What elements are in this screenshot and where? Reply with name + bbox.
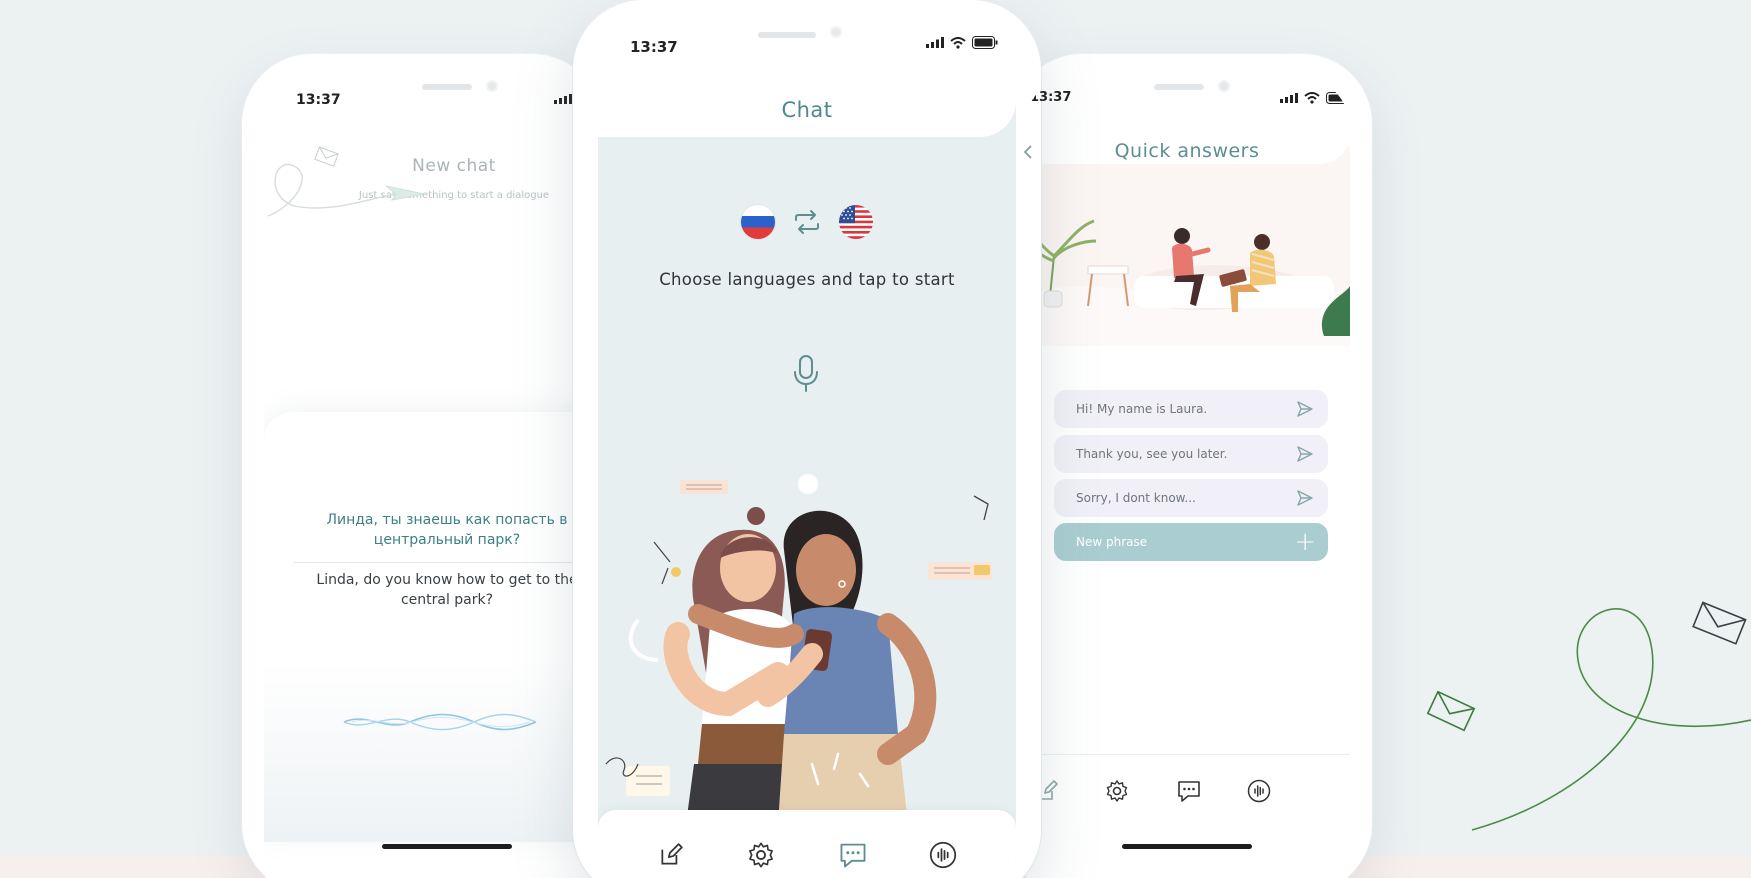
speaker bbox=[1154, 84, 1204, 90]
plus-icon: + bbox=[1294, 527, 1316, 557]
voice-icon bbox=[1247, 779, 1271, 803]
quick-phrase-text: Thank you, see you later. bbox=[1076, 447, 1228, 461]
settings-tab[interactable] bbox=[746, 840, 776, 870]
sound-wave-icon[interactable] bbox=[342, 708, 538, 736]
signal-icon bbox=[554, 94, 572, 104]
russia-flag[interactable] bbox=[741, 205, 775, 239]
settings-icon bbox=[1106, 780, 1128, 802]
camera bbox=[830, 26, 842, 38]
send-icon[interactable] bbox=[1296, 445, 1314, 463]
quick-answers-illustration bbox=[1024, 146, 1350, 346]
card-fade bbox=[264, 662, 614, 842]
quick-phrase-item[interactable]: Thank you, see you later. bbox=[1054, 435, 1328, 473]
signal-icon bbox=[926, 37, 944, 48]
settings-tab[interactable] bbox=[1102, 776, 1132, 806]
phone-quick-answers: 13:37 Quick answers Hi! My name is Laura… bbox=[1012, 54, 1372, 878]
russian-message: Линда, ты знаешь как попасть в центральн… bbox=[326, 512, 568, 548]
paper-plane-doodle bbox=[267, 146, 425, 217]
send-icon[interactable] bbox=[1296, 489, 1314, 507]
microphone-icon[interactable] bbox=[791, 354, 821, 394]
status-icons bbox=[554, 94, 572, 104]
wifi-icon bbox=[950, 36, 966, 49]
language-selector bbox=[598, 205, 1016, 239]
voice-tab[interactable] bbox=[1244, 776, 1274, 806]
quick-phrase-text: Hi! My name is Laura. bbox=[1076, 402, 1208, 416]
status-time: 13:37 bbox=[1030, 90, 1072, 105]
voice-icon bbox=[929, 841, 957, 869]
quick-answers-screen: 13:37 Quick answers Hi! My name is Laura… bbox=[1024, 76, 1350, 878]
new-phrase-label: New phrase bbox=[1076, 535, 1148, 549]
status-icons bbox=[1280, 92, 1350, 104]
chat-title: Chat bbox=[781, 98, 833, 122]
quick-answers-title: Quick answers bbox=[1114, 140, 1260, 162]
speaker bbox=[422, 84, 472, 90]
tabbar-divider bbox=[1024, 754, 1350, 755]
wifi-icon bbox=[1304, 92, 1320, 104]
camera bbox=[1218, 80, 1230, 92]
envelope-icon bbox=[1426, 690, 1476, 732]
edit-icon bbox=[661, 843, 683, 865]
signal-icon bbox=[1280, 93, 1298, 103]
choose-languages-instruction: Choose languages and tap to start bbox=[659, 270, 955, 289]
friends-illustration bbox=[605, 474, 992, 824]
settings-icon bbox=[749, 842, 773, 868]
new-phrase-button[interactable]: New phrase + bbox=[1054, 523, 1328, 561]
quick-phrase-item[interactable]: Hi! My name is Laura. bbox=[1054, 390, 1328, 428]
notch bbox=[366, 76, 566, 104]
chat-screen: 13:37 Chat Choose languages and tap to s… bbox=[598, 24, 1016, 878]
chat-tab[interactable] bbox=[1174, 776, 1204, 806]
phone-new-chat: 13:37 New chat Just say something to sta… bbox=[242, 54, 614, 878]
status-icons bbox=[926, 36, 998, 49]
back-chevron-icon[interactable] bbox=[1024, 144, 1034, 160]
edit-tab[interactable] bbox=[656, 840, 686, 870]
conversation-card: Линда, ты знаешь как попасть в центральн… bbox=[264, 412, 614, 842]
message-divider bbox=[294, 562, 614, 563]
home-indicator bbox=[382, 844, 512, 849]
camera bbox=[486, 80, 498, 92]
status-time: 13:37 bbox=[630, 38, 678, 56]
quick-phrase-text: Sorry, I dont know... bbox=[1076, 491, 1196, 505]
phone-chat: 13:37 Chat Choose languages and tap to s… bbox=[573, 0, 1041, 878]
voice-tab[interactable] bbox=[928, 840, 958, 870]
notch bbox=[690, 24, 922, 52]
chat-icon bbox=[840, 843, 866, 868]
new-chat-screen: 13:37 New chat Just say something to sta… bbox=[264, 76, 614, 878]
home-indicator bbox=[1122, 844, 1252, 849]
battery-icon bbox=[1326, 92, 1350, 104]
status-time: 13:37 bbox=[296, 92, 341, 108]
quick-phrase-item[interactable]: Sorry, I dont know... bbox=[1054, 479, 1328, 517]
chat-tab[interactable] bbox=[838, 840, 868, 870]
swap-icon[interactable] bbox=[793, 210, 821, 234]
chat-icon bbox=[1178, 781, 1200, 802]
usa-flag[interactable] bbox=[839, 205, 873, 239]
bottom-tabbar bbox=[598, 810, 1016, 878]
speaker bbox=[758, 32, 816, 38]
send-icon[interactable] bbox=[1296, 400, 1314, 418]
english-message: Linda, do you know how to get to the cen… bbox=[316, 572, 578, 608]
battery-icon bbox=[972, 36, 998, 49]
envelope-icon bbox=[1692, 601, 1747, 645]
